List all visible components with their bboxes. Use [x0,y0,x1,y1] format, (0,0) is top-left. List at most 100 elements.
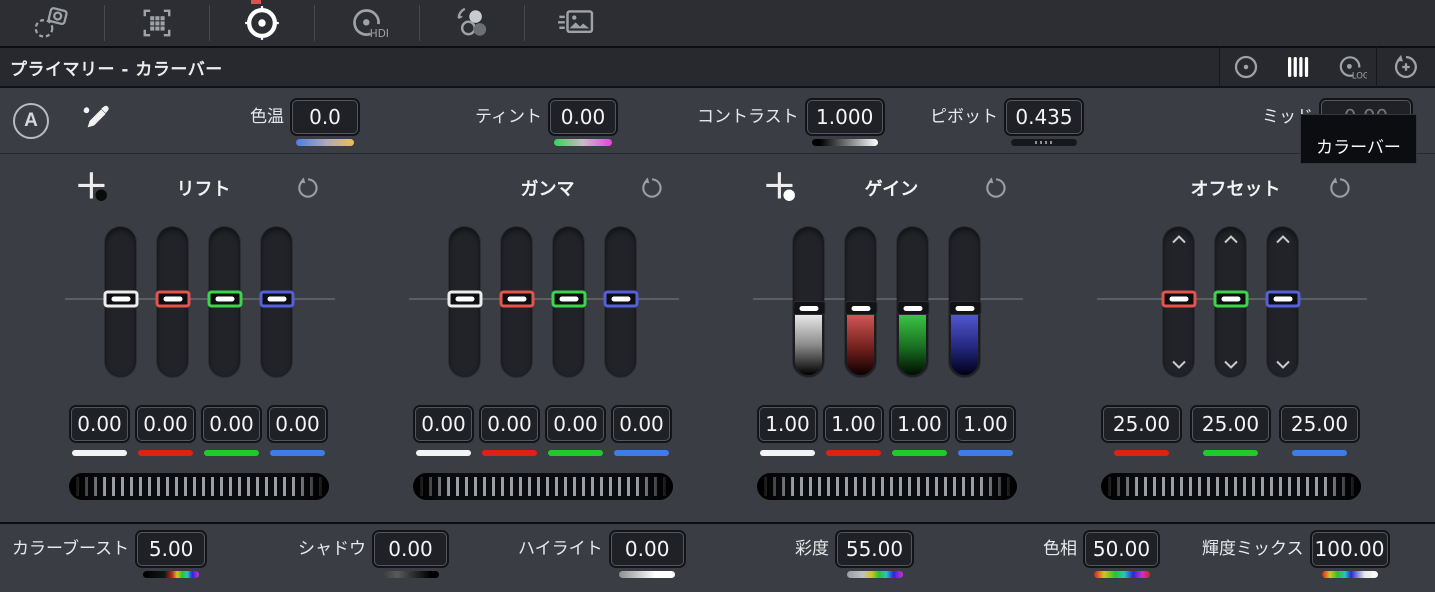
lift-red-slider[interactable] [157,227,188,377]
contrast-value[interactable]: 1.000 [807,100,883,134]
gain-white-slider[interactable] [793,227,824,377]
chevron-up-icon[interactable] [1275,235,1291,244]
offset-green-slider[interactable] [1215,227,1246,377]
gamma-master-dial[interactable] [413,473,673,500]
lift-blue-value[interactable]: 0.00 [269,407,326,441]
color-match-icon [452,3,492,43]
offset-blue-value[interactable]: 25.00 [1281,407,1358,441]
reset-all-button[interactable] [1377,48,1435,86]
chevron-down-icon[interactable] [1223,360,1239,369]
lift-reset-button[interactable] [294,173,324,203]
tint-value[interactable]: 0.00 [550,100,616,134]
slider-handle[interactable] [1213,291,1248,308]
offset-values: 25.00 25.00 25.00 [1089,407,1372,456]
lift-green-slider[interactable] [209,227,240,377]
lum-mix-value[interactable]: 100.00 [1312,532,1388,566]
svg-text:HDR: HDR [370,28,388,40]
gamma-blue-slider[interactable] [605,227,636,377]
gamma-reset-button[interactable] [638,173,668,203]
gain-red-slider[interactable] [845,227,876,377]
gamma-red-value[interactable]: 0.00 [481,407,538,441]
color-boost-value[interactable]: 5.00 [137,532,205,566]
gain-blue-value[interactable]: 1.00 [957,407,1014,441]
slider-handle[interactable] [948,301,981,315]
gamma-blue-value[interactable]: 0.00 [613,407,670,441]
slider-handle[interactable] [103,291,138,308]
palette-titlebar: プライマリー - カラーバー [0,48,1435,88]
slider-handle[interactable] [844,301,877,315]
slider-handle[interactable] [1265,291,1300,308]
gain-picker-button[interactable] [765,171,801,205]
slider-handle[interactable] [792,301,825,315]
saturation-field: 彩度 55.00 [795,532,912,578]
camera-raw-tab[interactable] [0,0,104,46]
lift-master-dial[interactable] [69,473,329,500]
highlights-field: ハイライト 0.00 [518,532,684,578]
sizing-tab[interactable] [105,0,209,46]
offset-reset-button[interactable] [1326,173,1356,203]
gamma-green-slider[interactable] [553,227,584,377]
green-channel-bar [892,450,947,456]
offset-red-slider[interactable] [1163,227,1194,377]
pivot-value[interactable]: 0.435 [1006,100,1082,134]
tint-field: ティント 0.00 [475,100,616,146]
slider-handle[interactable] [259,291,294,308]
gain-master-dial[interactable] [757,473,1017,500]
auto-balance-button[interactable]: A [13,103,49,139]
offset-section: オフセット [1089,154,1372,522]
white-balance-picker-button[interactable] [78,104,114,138]
gain-red-value[interactable]: 1.00 [825,407,882,441]
slider-handle[interactable] [551,291,586,308]
chevron-up-icon[interactable] [1171,235,1187,244]
lift-green-value[interactable]: 0.00 [203,407,260,441]
gain-green-slider[interactable] [897,227,928,377]
slider-handle[interactable] [155,291,190,308]
green-channel-bar [548,450,603,456]
gamma-white-slider[interactable] [449,227,480,377]
lift-white-value[interactable]: 0.00 [71,407,128,441]
gamma-green-value[interactable]: 0.00 [547,407,604,441]
slider-handle[interactable] [499,291,534,308]
gamma-red-slider[interactable] [501,227,532,377]
green-channel-bar [1203,450,1258,456]
gain-white-value[interactable]: 1.00 [759,407,816,441]
lift-picker-button[interactable] [77,171,113,205]
highlights-value[interactable]: 0.00 [611,532,684,566]
gain-title: ゲイン [801,175,982,201]
view-switcher: LOG [1219,48,1435,86]
slider-handle[interactable] [603,291,638,308]
primaries-wheels-view-button[interactable] [1220,48,1272,86]
gamma-white-value[interactable]: 0.00 [415,407,472,441]
highlights-label: ハイライト [518,532,603,567]
stills-tab[interactable] [525,0,629,46]
offset-red-value[interactable]: 25.00 [1103,407,1180,441]
temp-value[interactable]: 0.0 [292,100,358,134]
chevron-up-icon[interactable] [1223,235,1239,244]
slider-handle[interactable] [1161,291,1196,308]
gain-blue-slider[interactable] [949,227,980,377]
lift-blue-slider[interactable] [261,227,292,377]
palette-toolbar: HDR [0,0,1435,48]
hue-value[interactable]: 50.00 [1085,532,1158,566]
gain-reset-button[interactable] [982,173,1012,203]
hdr-wheels-tab[interactable]: HDR [315,0,419,46]
gamma-values: 0.00 0.00 0.00 0.00 [401,407,684,456]
gain-green-value[interactable]: 1.00 [891,407,948,441]
temp-label: 色温 [250,100,284,135]
offset-master-dial[interactable] [1101,473,1361,500]
chevron-down-icon[interactable] [1171,360,1187,369]
offset-green-value[interactable]: 25.00 [1192,407,1269,441]
color-wheels-tab[interactable] [210,0,314,46]
slider-handle[interactable] [447,291,482,308]
chevron-down-icon[interactable] [1275,360,1291,369]
saturation-value[interactable]: 55.00 [837,532,912,566]
primaries-log-view-button[interactable]: LOG [1324,48,1376,86]
slider-handle[interactable] [207,291,242,308]
slider-handle[interactable] [896,301,929,315]
lift-red-value[interactable]: 0.00 [137,407,194,441]
offset-blue-slider[interactable] [1267,227,1298,377]
lift-white-slider[interactable] [105,227,136,377]
shadows-value[interactable]: 0.00 [374,532,447,566]
color-match-tab[interactable] [420,0,524,46]
primaries-bars-view-button[interactable] [1272,48,1324,86]
